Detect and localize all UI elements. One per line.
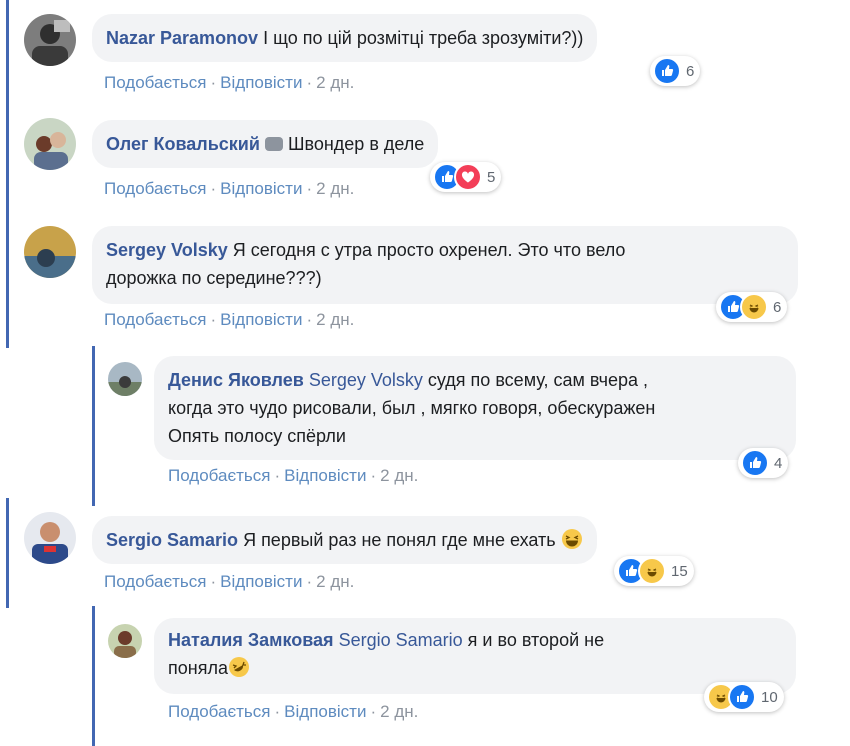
comment-bubble: Nazar Paramonov І що по цій розмітці тре… — [92, 14, 598, 62]
separator: · — [274, 466, 281, 485]
haha-reaction-icon — [638, 557, 666, 585]
like-reaction-icon — [741, 449, 769, 477]
like-link[interactable]: Подобається — [168, 702, 271, 721]
separator: · — [370, 702, 377, 721]
author-name[interactable]: Sergey Volsky — [106, 240, 228, 260]
reactions-badge[interactable]: 6 — [716, 292, 788, 322]
avatar[interactable] — [24, 226, 76, 278]
comment-line: Денис Яковлев Sergey Volsky судя по всем… — [168, 366, 782, 394]
author-name[interactable]: Олег Ковальский — [106, 134, 260, 154]
reply-link[interactable]: Відповісти — [220, 179, 302, 198]
comment-actions: Подобається · Відповісти · 2 дн. — [168, 466, 418, 486]
love-reaction-icon — [454, 163, 482, 191]
reactions-badge[interactable]: 4 — [738, 448, 789, 478]
thread-line — [92, 606, 95, 746]
reaction-count: 5 — [487, 168, 496, 186]
timestamp[interactable]: 2 дн. — [380, 702, 418, 721]
mention-link[interactable]: Sergio Samario — [339, 630, 463, 650]
comment-line: Sergey Volsky Я сегодня с утра просто ох… — [106, 236, 784, 264]
reaction-count: 10 — [761, 688, 778, 706]
separator: · — [306, 73, 313, 92]
reply-link[interactable]: Відповісти — [220, 310, 302, 329]
comment-text: Я сегодня с утра просто охренел. Это что… — [232, 240, 626, 260]
timestamp[interactable]: 2 дн. — [316, 179, 354, 198]
reaction-count: 6 — [773, 298, 782, 316]
comment-text: Я первый раз не понял где мне ехать — [243, 530, 556, 550]
comment-text: поняла — [168, 658, 228, 678]
avatar[interactable] — [24, 512, 76, 564]
separator: · — [210, 73, 217, 92]
thread-line — [6, 498, 9, 608]
author-name[interactable]: Nazar Paramonov — [106, 28, 258, 48]
comment-text: Опять полосу спёрли — [168, 426, 346, 446]
like-reaction-icon — [653, 57, 681, 85]
reply-link[interactable]: Відповісти — [284, 702, 366, 721]
rolling-laughing-emoji-icon — [228, 657, 249, 677]
comment-line: Наталия Замковая Sergio Samario я и во в… — [168, 626, 782, 654]
separator: · — [274, 702, 281, 721]
reply-link[interactable]: Відповісти — [220, 572, 302, 591]
timestamp[interactable]: 2 дн. — [316, 73, 354, 92]
comment-bubble: Денис Яковлев Sergey Volsky судя по всем… — [154, 356, 796, 460]
comment-line: поняла — [168, 654, 782, 682]
avatar[interactable] — [24, 118, 76, 170]
like-link[interactable]: Подобається — [104, 572, 207, 591]
reaction-count: 4 — [774, 454, 783, 472]
timestamp[interactable]: 2 дн. — [316, 310, 354, 329]
comment-text: когда это чудо рисовали, был , мягко гов… — [168, 398, 656, 418]
reactions-badge[interactable]: 10 — [704, 682, 784, 712]
reactions-badge[interactable]: 6 — [650, 56, 701, 86]
comment-actions: Подобається · Відповісти · 2 дн. — [104, 179, 354, 199]
separator: · — [210, 310, 217, 329]
comment-actions: Подобається · Відповісти · 2 дн. — [104, 572, 354, 592]
reaction-count: 15 — [671, 562, 688, 580]
comment-bubble: Sergio Samario Я первый раз не понял где… — [92, 516, 597, 564]
avatar[interactable] — [24, 14, 76, 66]
thread-line — [92, 346, 95, 506]
speech-emoji-icon — [264, 137, 283, 151]
author-name[interactable]: Sergio Samario — [106, 530, 238, 550]
separator: · — [210, 179, 217, 198]
comment-bubble: Олег Ковальский Швондер в деле — [92, 120, 439, 168]
like-link[interactable]: Подобається — [168, 466, 271, 485]
comment-actions: Подобається · Відповісти · 2 дн. — [104, 73, 354, 93]
separator: · — [306, 179, 313, 198]
timestamp[interactable]: 2 дн. — [380, 466, 418, 485]
reaction-count: 6 — [686, 62, 695, 80]
timestamp[interactable]: 2 дн. — [316, 572, 354, 591]
comment-text: Швондер в деле — [287, 134, 425, 154]
separator: · — [306, 310, 313, 329]
reply-link[interactable]: Відповісти — [220, 73, 302, 92]
haha-reaction-icon — [740, 293, 768, 321]
like-link[interactable]: Подобається — [104, 179, 207, 198]
separator: · — [306, 572, 313, 591]
like-reaction-icon — [728, 683, 756, 711]
mention-link[interactable]: Sergey Volsky — [309, 370, 423, 390]
author-name[interactable]: Наталия Замковая — [168, 630, 334, 650]
separator: · — [370, 466, 377, 485]
reply-link[interactable]: Відповісти — [284, 466, 366, 485]
like-link[interactable]: Подобається — [104, 310, 207, 329]
comment-bubble: Sergey Volsky Я сегодня с утра просто ох… — [92, 226, 798, 304]
comment-text: І що по цій розмітці треба зрозуміти?)) — [263, 28, 584, 48]
avatar[interactable] — [108, 362, 142, 396]
comment-actions: Подобається · Відповісти · 2 дн. — [104, 310, 354, 330]
comment-text: судя по всему, сам вчера , — [427, 370, 649, 390]
reactions-badge[interactable]: 5 — [430, 162, 502, 192]
reactions-badge[interactable]: 15 — [614, 556, 694, 586]
comment: Nazar Paramonov І що по цій розмітці тре… — [0, 0, 850, 110]
comment-bubble: Наталия Замковая Sergio Samario я и во в… — [154, 618, 796, 694]
author-name[interactable]: Денис Яковлев — [168, 370, 304, 390]
comment-actions: Подобається · Відповісти · 2 дн. — [168, 702, 418, 722]
like-link[interactable]: Подобається — [104, 73, 207, 92]
separator: · — [210, 572, 217, 591]
comment-text: я и во второй не — [467, 630, 605, 650]
avatar[interactable] — [108, 624, 142, 658]
laughing-emoji-icon — [561, 529, 582, 549]
comment-text: дорожка по середине???) — [106, 268, 322, 288]
